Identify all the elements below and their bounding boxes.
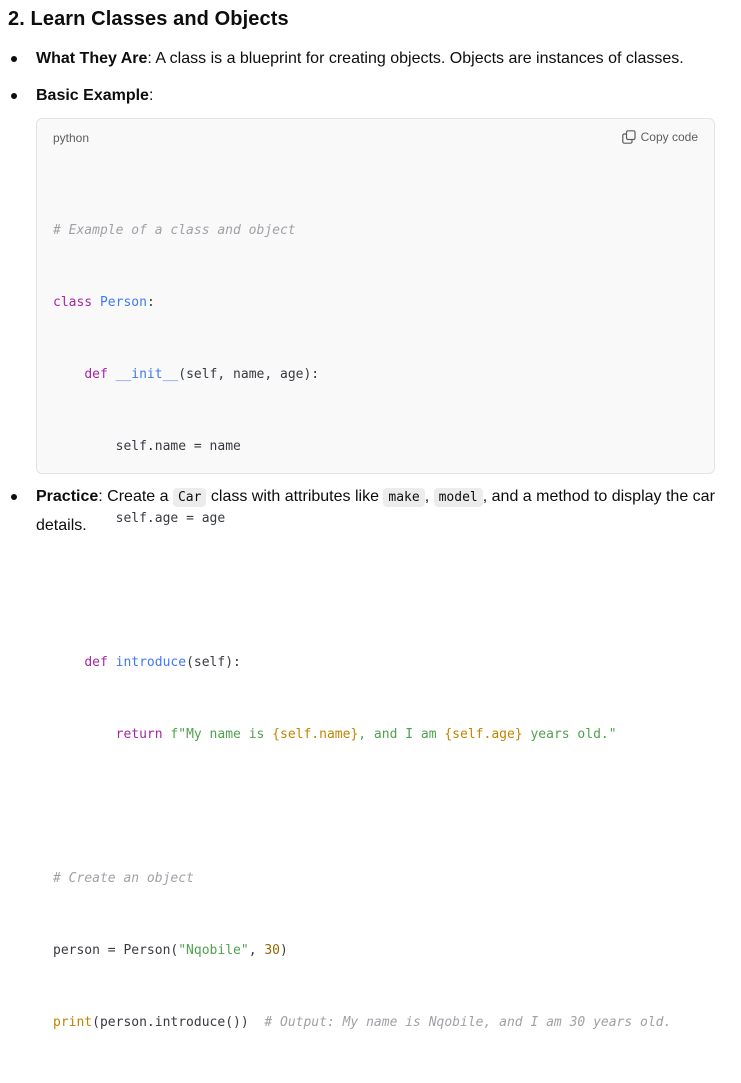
code-string: "Nqobile" — [178, 943, 249, 958]
bullet-body: class with attributes like — [206, 488, 384, 505]
code-interpolation: {self.name} — [272, 727, 359, 742]
section-heading: 2. Learn Classes and Objects — [8, 8, 289, 30]
bullet-dot — [11, 494, 17, 500]
code-function-name: introduce — [115, 655, 187, 670]
code-string: , and I am — [358, 727, 445, 742]
code-line: class Person: — [53, 291, 671, 315]
code-number: 30 — [264, 943, 280, 958]
bullet-dot — [11, 56, 17, 62]
copy-code-label: Copy code — [640, 130, 698, 144]
code-text: (self): — [186, 655, 241, 670]
copy-icon — [621, 130, 636, 144]
bullet-body: : A class is a blueprint for creating ob… — [147, 50, 684, 67]
code-string: f"My name is — [170, 727, 273, 742]
inline-code-make: make — [383, 488, 425, 507]
code-text: person = Person( — [53, 943, 179, 958]
code-line: return f"My name is {self.name}, and I a… — [53, 723, 671, 747]
code-content: # Example of a class and object class Pe… — [53, 171, 671, 1083]
code-line: print(person.introduce()) # Output: My n… — [53, 1011, 671, 1035]
inline-code-model: model — [433, 488, 483, 507]
code-text: self.name = name — [115, 439, 241, 454]
code-line: # Create an object — [53, 867, 671, 891]
code-comment: # Output: My name is Nqobile, and I am 3… — [264, 1015, 672, 1030]
code-line: def __init__(self, name, age): — [53, 363, 671, 387]
inline-code-car: Car — [172, 488, 207, 507]
code-text: : — [146, 295, 155, 310]
bullet-body: : Create a — [98, 488, 173, 505]
code-line: person = Person("Nqobile", 30) — [53, 939, 671, 963]
code-class-name: Person — [99, 295, 147, 310]
bullet-label: Practice — [36, 488, 99, 505]
code-keyword: return — [115, 727, 163, 742]
code-line: def introduce(self): — [53, 651, 671, 675]
code-keyword: def — [84, 655, 108, 670]
code-string: years old." — [522, 727, 617, 742]
code-text: (self, name, age): — [178, 367, 320, 382]
bullet-text: Practice: Create a Car class with attrib… — [36, 483, 721, 540]
copy-code-button[interactable]: Copy code — [621, 130, 698, 144]
code-interpolation: {self.age} — [444, 727, 523, 742]
code-keyword: class — [53, 295, 93, 310]
code-line: self.name = name — [53, 435, 671, 459]
code-text: ) — [280, 943, 288, 958]
code-text: , — [248, 943, 265, 958]
bullet-dot — [11, 93, 17, 99]
bullet-body: , — [424, 488, 434, 505]
code-block: python Copy code # Example of a class an… — [36, 118, 715, 1030]
code-comment: # Example of a class and object — [53, 223, 296, 238]
code-builtin: print — [53, 1015, 93, 1030]
bullet-text: Basic Example: — [36, 82, 721, 110]
code-language-label: python — [53, 131, 90, 145]
bullet-body: : — [148, 87, 154, 104]
code-text: (person.introduce()) — [92, 1015, 249, 1030]
bullet-label: Basic Example — [36, 87, 149, 104]
code-line: # Example of a class and object — [53, 219, 671, 243]
bullet-label: What They Are — [36, 50, 148, 67]
code-comment: # Create an object — [53, 871, 194, 886]
bullet-text: What They Are: A class is a blueprint fo… — [36, 45, 721, 73]
code-keyword: def — [84, 367, 108, 382]
code-function-name: __init__ — [115, 367, 179, 382]
